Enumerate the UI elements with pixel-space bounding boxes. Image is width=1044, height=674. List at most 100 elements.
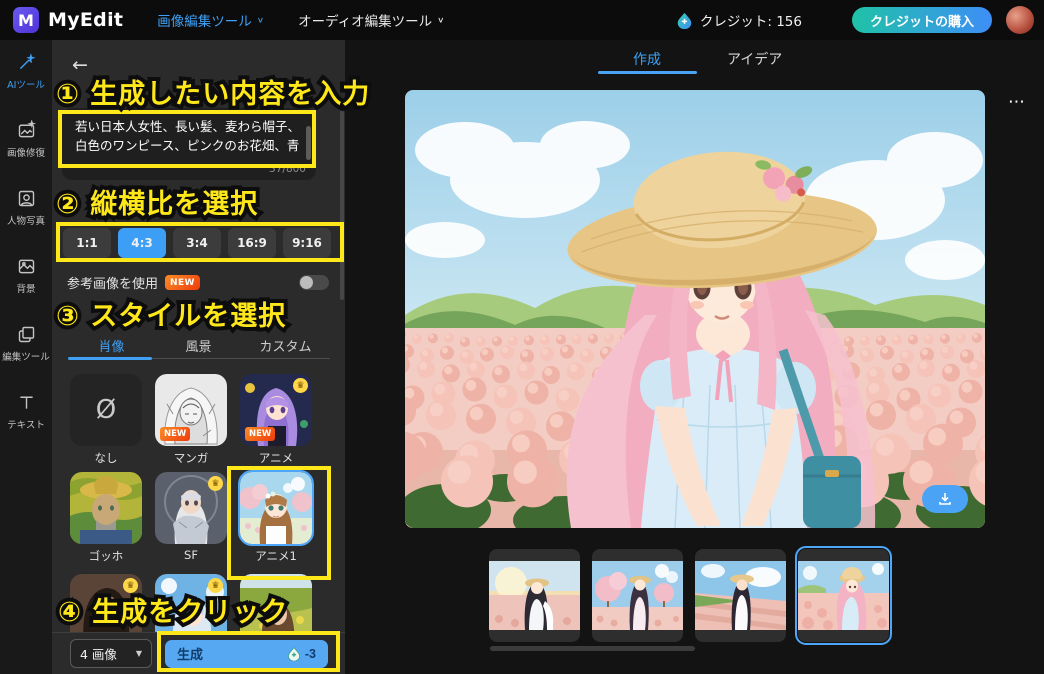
style-option-manga[interactable]: NEW マンガ — [155, 374, 227, 466]
buy-credits-button[interactable]: クレジットの購入 — [852, 7, 992, 33]
rail-label: 画像修復 — [7, 145, 45, 159]
new-badge: NEW — [160, 427, 190, 441]
nav-audio-tools[interactable]: オーディオ編集ツール ∨ — [298, 10, 444, 30]
panel-bottom-bar: 4 画像 ▼ 生成 -3 — [52, 632, 345, 674]
style-label: なし — [70, 450, 142, 466]
aspect-ratio-4-3[interactable]: 4:3 — [118, 228, 166, 258]
thumbnail-1-image — [489, 561, 580, 630]
rail-label: AIツール — [7, 77, 45, 91]
style-label: アニメ1 — [240, 548, 312, 564]
nav-image-tools-label: 画像編集ツール — [157, 10, 252, 30]
reference-image-label: 参考画像を使用 — [67, 273, 158, 292]
thumbnail-3[interactable] — [695, 549, 786, 642]
tab-ideas[interactable]: アイデア — [727, 49, 782, 69]
style-option-none[interactable]: Ø なし — [70, 374, 142, 466]
generated-image-scene — [405, 90, 985, 528]
layers-icon — [16, 324, 37, 345]
image-sparkle-icon — [16, 120, 37, 141]
rail-label: 編集ツール — [2, 349, 50, 363]
style-tab-bar: 肖像 風景 カスタム — [68, 336, 330, 355]
sidebar-item-portrait-photo[interactable]: 人物写真 — [0, 188, 52, 227]
style-none-tile: Ø — [70, 374, 142, 446]
rail-label: 人物写真 — [7, 213, 45, 227]
chevron-down-icon: ∨ — [257, 16, 264, 25]
style-manga-tile: NEW — [155, 374, 227, 446]
prompt-text: 若い日本人女性、長い髪、麦わら帽子、白色のワンピース、ピンクのお花畑、青 — [75, 119, 300, 153]
tab-landscape[interactable]: 風景 — [155, 336, 242, 355]
crown-badge-icon: ♛ — [293, 378, 308, 393]
sidebar-item-background[interactable]: 背景 — [0, 256, 52, 295]
thumbnail-3-image — [695, 561, 786, 630]
person-photo-icon — [16, 188, 37, 209]
background-image-icon — [16, 256, 37, 277]
tool-rail: AIツール 画像修復 人物写真 背景 編集ツール — [0, 40, 52, 674]
sidebar-item-image-restore[interactable]: 画像修復 — [0, 120, 52, 159]
tab-portrait[interactable]: 肖像 — [68, 336, 155, 355]
generate-button[interactable]: 生成 -3 — [165, 640, 328, 668]
sidebar-item-ai-tools[interactable]: AIツール — [0, 52, 52, 91]
thumbnail-1[interactable] — [489, 549, 580, 642]
annotation-step3: ③ スタイルを選択 — [56, 294, 286, 333]
prompt-scrollbar[interactable] — [306, 126, 311, 160]
image-count-dropdown[interactable]: 4 画像 ▼ — [70, 639, 152, 668]
character-counter: 37/800 — [269, 161, 306, 177]
thumbnail-4-image — [798, 561, 889, 630]
sidebar-item-edit-tools[interactable]: 編集ツール — [0, 324, 52, 363]
rail-label: テキスト — [7, 417, 45, 431]
thumbnail-2-image — [592, 561, 683, 630]
main-tab-bar: 作成 アイデア — [345, 40, 1044, 75]
main-area: 作成 アイデア ⋯ — [345, 40, 1044, 674]
download-button[interactable] — [922, 485, 968, 513]
anime1-style-thumbnail — [240, 472, 312, 544]
style-anime-tile: NEW ♛ — [240, 374, 312, 446]
more-options-button[interactable]: ⋯ — [1008, 92, 1026, 112]
none-icon: Ø — [70, 374, 142, 446]
annotation-step2: ② 縦横比を選択 — [56, 182, 258, 221]
aspect-ratio-3-4[interactable]: 3:4 — [173, 228, 221, 258]
image-count-value: 4 画像 — [80, 644, 117, 663]
tab-active-underline — [598, 71, 697, 74]
brand-name: MyEdit — [48, 9, 123, 31]
style-option-gogh[interactable]: ゴッホ — [70, 472, 142, 564]
style-label: SF — [155, 548, 227, 562]
thumbnail-4-selected[interactable] — [798, 549, 889, 642]
thumbnail-2[interactable] — [592, 549, 683, 642]
result-thumbnails — [489, 549, 889, 642]
nav-image-tools[interactable]: 画像編集ツール ∨ — [157, 10, 264, 30]
generator-panel: ← 若い日本人女性、長い髪、麦わら帽子、白色のワンピース、ピンクのお花畑、青 3… — [52, 40, 345, 674]
annotation-step1: ① 生成したい内容を入力 — [56, 72, 370, 111]
toggle-knob — [300, 276, 313, 289]
reference-image-toggle[interactable] — [299, 275, 329, 290]
magic-wand-icon — [16, 52, 37, 73]
generate-cost: -3 — [287, 647, 316, 661]
style-label: アニメ — [240, 450, 312, 466]
chevron-down-icon: ∨ — [437, 16, 444, 25]
aspect-ratio-9-16[interactable]: 9:16 — [283, 228, 331, 258]
prompt-textarea[interactable]: 若い日本人女性、長い髪、麦わら帽子、白色のワンピース、ピンクのお花畑、青 37/… — [62, 108, 316, 180]
generated-image[interactable] — [405, 90, 985, 528]
panel-scrollbar[interactable] — [340, 110, 344, 300]
new-badge: NEW — [245, 427, 275, 441]
style-option-anime1[interactable]: アニメ1 — [240, 472, 312, 564]
tab-custom[interactable]: カスタム — [242, 336, 329, 355]
rail-label: 背景 — [16, 281, 35, 295]
style-option-anime[interactable]: NEW ♛ アニメ — [240, 374, 312, 466]
sidebar-item-text[interactable]: テキスト — [0, 392, 52, 431]
crown-badge-icon: ♛ — [208, 476, 223, 491]
cost-value: -3 — [305, 647, 316, 661]
credit-balance: クレジット: 156 — [700, 10, 802, 30]
gogh-style-thumbnail — [70, 472, 142, 544]
download-icon — [937, 491, 953, 507]
tab-create[interactable]: 作成 — [633, 49, 661, 69]
text-icon — [16, 392, 37, 413]
style-sf-tile: ♛ — [155, 472, 227, 544]
user-avatar[interactable] — [1006, 6, 1034, 34]
style-label: ゴッホ — [70, 548, 142, 564]
thumbnail-scrollbar[interactable] — [490, 646, 695, 651]
style-option-sf[interactable]: ♛ SF — [155, 472, 227, 562]
aspect-ratio-group: 1:1 4:3 3:4 16:9 9:16 — [63, 228, 331, 258]
reference-image-row: 参考画像を使用 NEW — [67, 273, 329, 292]
nav-audio-tools-label: オーディオ編集ツール — [298, 10, 432, 30]
aspect-ratio-1-1[interactable]: 1:1 — [63, 228, 111, 258]
aspect-ratio-16-9[interactable]: 16:9 — [228, 228, 276, 258]
